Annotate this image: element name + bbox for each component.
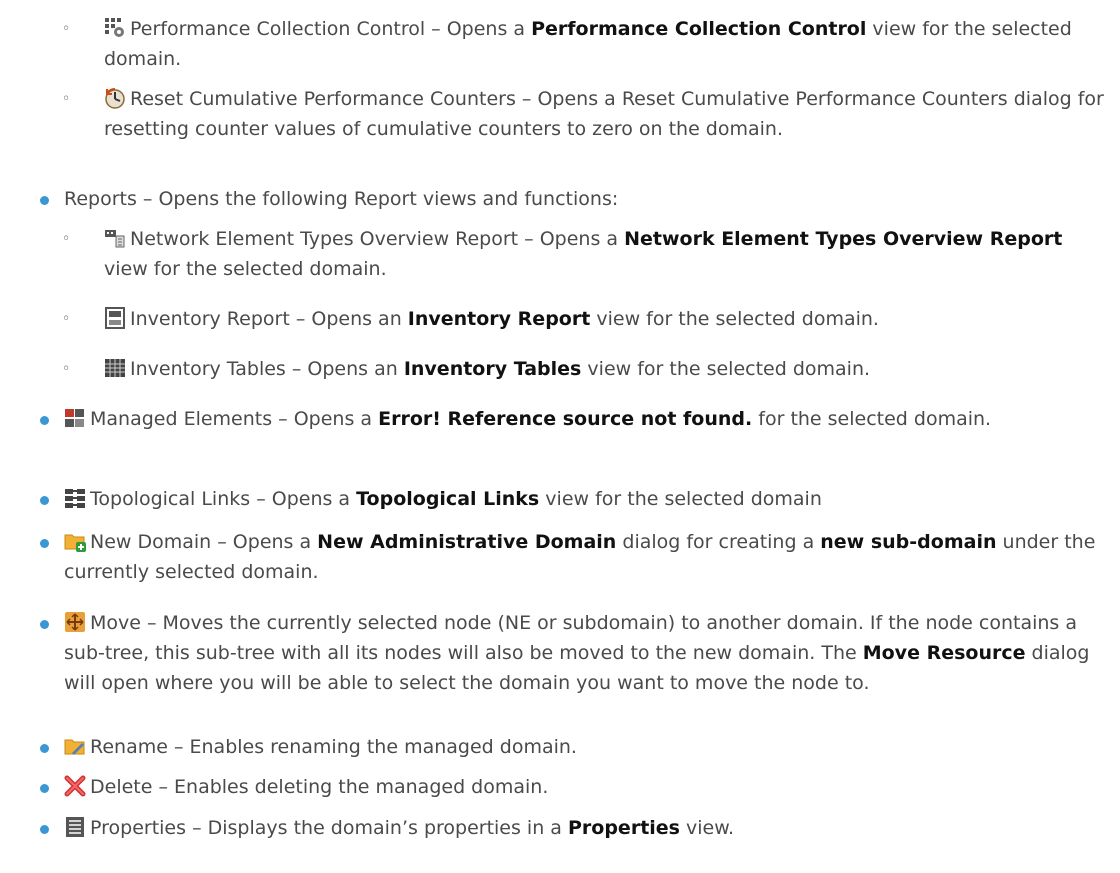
bullet	[40, 620, 49, 629]
rename-icon	[64, 735, 86, 757]
list-item: ◦ Network Element Types Overview Report …	[62, 224, 1109, 284]
bullet	[40, 825, 49, 834]
bullet	[40, 744, 49, 753]
list-item: Move – Moves the currently selected node…	[40, 608, 1109, 698]
sub-bullet: ◦	[62, 361, 71, 377]
bullet	[40, 784, 49, 793]
list-item: New Domain – Opens a New Administrative …	[40, 527, 1109, 587]
managed-elements-icon	[64, 407, 86, 429]
list-item: Reports – Opens the following Report vie…	[40, 184, 618, 214]
bullet	[40, 196, 49, 205]
properties-icon	[64, 816, 86, 838]
sub-bullet: ◦	[62, 311, 71, 327]
inventory-tables-icon	[104, 357, 126, 379]
topological-links-icon	[64, 487, 86, 509]
list-item: ◦ Inventory Report – Opens an Inventory …	[62, 304, 1109, 334]
bullet	[40, 496, 49, 505]
sub-bullet: ◦	[62, 231, 71, 247]
inventory-report-icon	[104, 307, 126, 329]
list-item: Topological Links – Opens a Topological …	[40, 484, 1109, 514]
performance-collection-icon	[104, 17, 126, 39]
list-item: ◦ Inventory Tables – Opens an Inventory …	[62, 354, 1109, 384]
reset-counters-icon	[104, 87, 126, 109]
new-domain-icon	[64, 530, 86, 552]
bullet	[40, 539, 49, 548]
ne-types-report-icon	[104, 227, 126, 249]
list-item: Managed Elements – Opens a Error! Refere…	[40, 404, 1109, 434]
sub-bullet: ◦	[62, 21, 71, 37]
list-item: Rename – Enables renaming the managed do…	[40, 732, 1109, 762]
move-icon	[64, 611, 86, 633]
list-item: ◦ Performance Collection Control – Opens…	[62, 14, 1109, 74]
document-page: ◦ Performance Collection Control – Opens…	[0, 0, 1120, 873]
list-item: Delete – Enables deleting the managed do…	[40, 772, 1109, 802]
sub-bullet: ◦	[62, 91, 71, 107]
bullet	[40, 416, 49, 425]
list-item: Properties – Displays the domain’s prope…	[40, 813, 1109, 843]
list-item: ◦ Reset Cumulative Performance Counters …	[62, 84, 1109, 144]
delete-icon	[64, 775, 86, 797]
